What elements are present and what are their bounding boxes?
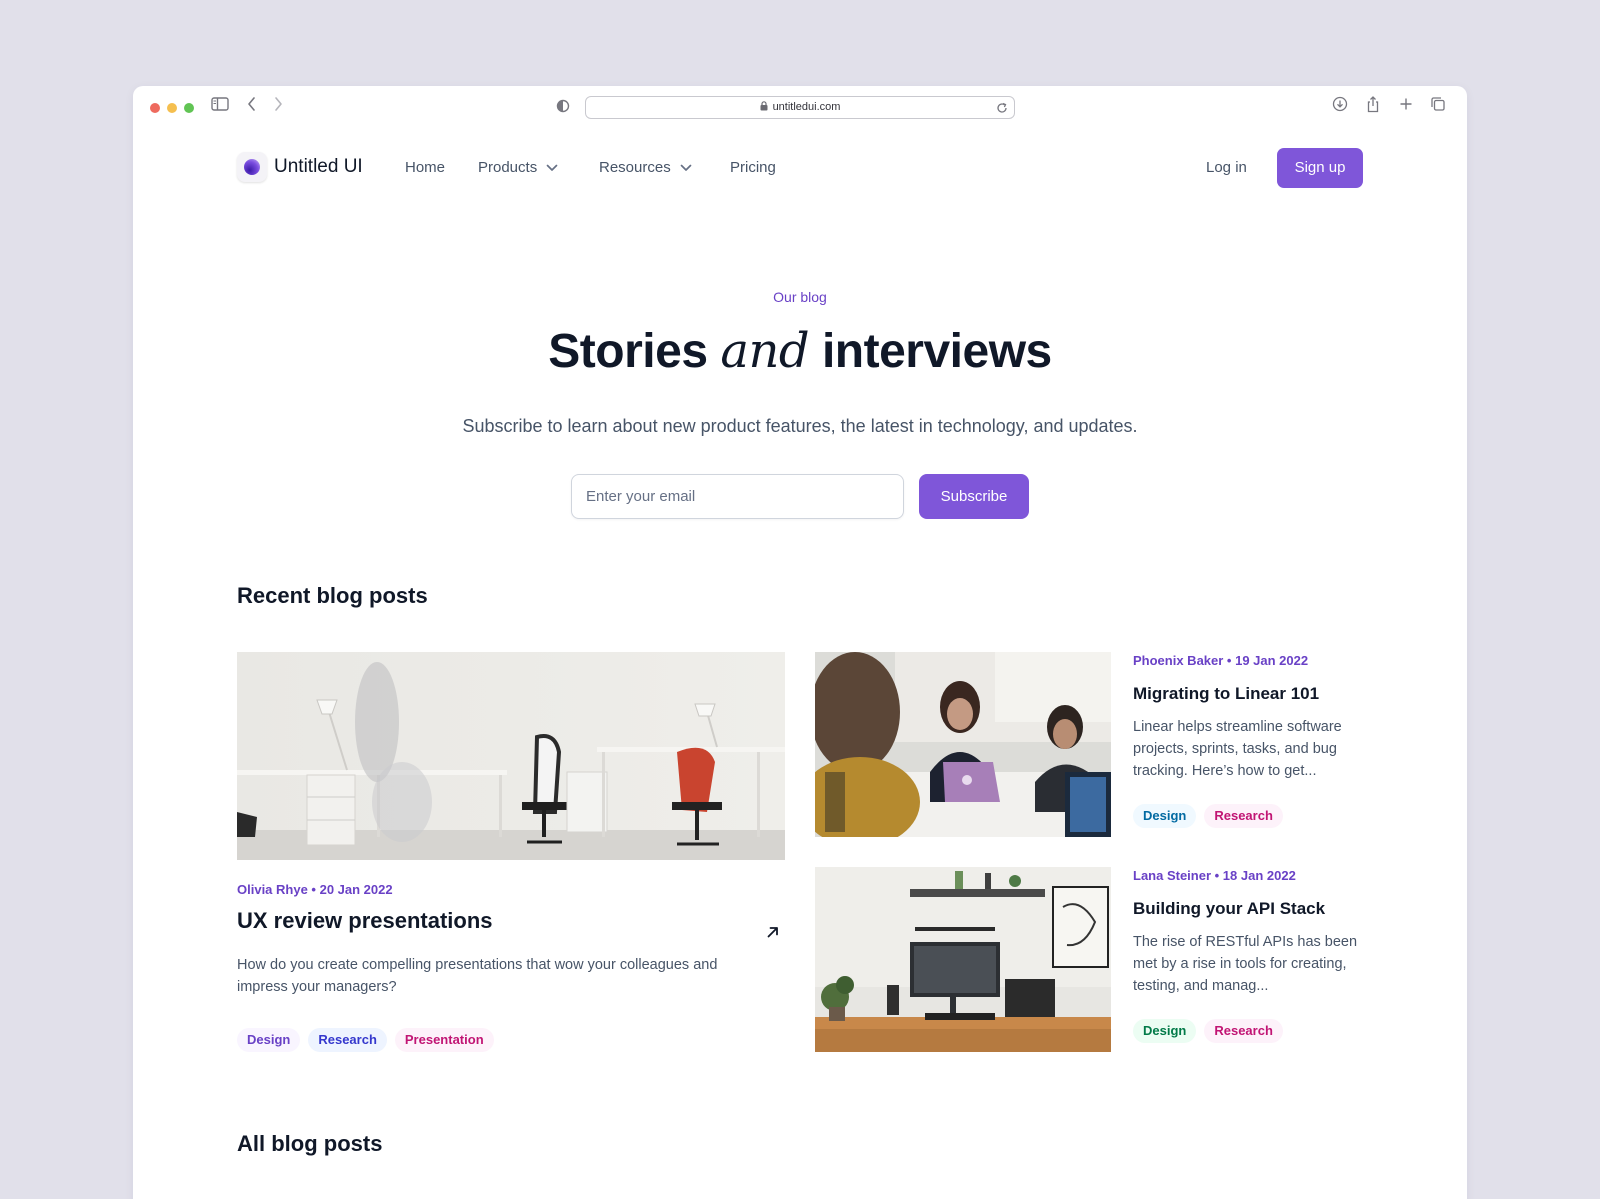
- browser-toolbar: untitledui.com: [133, 86, 1467, 130]
- hero-subtitle: Subscribe to learn about new product fea…: [462, 416, 1138, 436]
- nav-item-label: Home: [405, 159, 446, 176]
- new-tab-icon[interactable]: [1398, 96, 1414, 117]
- post-title-linear[interactable]: Migrating to Linear 101: [1133, 682, 1319, 706]
- hero-title: Stories and interviews: [133, 322, 1467, 381]
- chevron-down-icon: [680, 164, 692, 172]
- featured-post-image[interactable]: [237, 652, 785, 860]
- privacy-shield-icon[interactable]: [556, 99, 570, 118]
- signup-button[interactable]: Sign up: [1277, 148, 1363, 188]
- nav-item-label: Resources: [599, 159, 671, 176]
- download-icon[interactable]: [1332, 96, 1348, 117]
- nav-item-label: Products: [478, 159, 538, 176]
- featured-post-excerpt: How do you create compelling presentatio…: [237, 957, 718, 995]
- all-posts-heading: All blog posts: [237, 1131, 383, 1156]
- nav-item-home[interactable]: Home: [405, 158, 445, 178]
- post-tags: Design Research: [1133, 804, 1283, 828]
- post-image-linear[interactable]: [815, 652, 1111, 837]
- hero-title-part2: interviews: [809, 325, 1052, 378]
- address-bar[interactable]: untitledui.com: [585, 96, 1015, 119]
- tag-presentation[interactable]: Presentation: [394, 1028, 494, 1052]
- sidebar-toggle-icon[interactable]: [211, 96, 229, 117]
- nav-item-pricing[interactable]: Pricing: [730, 158, 776, 178]
- nav-item-resources[interactable]: Resources: [599, 158, 692, 178]
- back-icon[interactable]: [246, 96, 258, 117]
- hero-title-italic: and: [720, 323, 810, 379]
- hero-eyebrow: Our blog: [773, 289, 827, 305]
- tab-overview-icon[interactable]: [1430, 96, 1446, 117]
- lock-icon: [760, 98, 768, 119]
- featured-post-meta: Olivia Rhye • 20 Jan 2022: [237, 882, 393, 897]
- browser-window: untitledui.com Untitled UI Home Products: [133, 86, 1467, 1199]
- chevron-down-icon: [546, 164, 558, 172]
- share-icon[interactable]: [1365, 96, 1381, 118]
- featured-post-tags: Design Research Presentation: [237, 1028, 494, 1052]
- email-input[interactable]: [571, 474, 904, 519]
- reload-icon[interactable]: [996, 101, 1008, 122]
- close-window-button[interactable]: [150, 103, 160, 113]
- url-text: untitledui.com: [772, 101, 841, 113]
- tag-research[interactable]: Research: [308, 1028, 387, 1052]
- post-excerpt: Linear helps streamline software project…: [1133, 719, 1342, 779]
- minimize-window-button[interactable]: [167, 103, 177, 113]
- site-header: Untitled UI Home Products Resources Pric…: [133, 130, 1467, 200]
- post-excerpt: The rise of RESTful APIs has been met by…: [1133, 934, 1358, 994]
- brand-name[interactable]: Untitled UI: [274, 152, 363, 182]
- post-image-api[interactable]: [815, 867, 1111, 1052]
- zoom-window-button[interactable]: [184, 103, 194, 113]
- post-meta: Lana Steiner • 18 Jan 2022: [1133, 868, 1296, 883]
- nav-item-label: Pricing: [730, 159, 776, 176]
- hero-title-part1: Stories: [548, 325, 721, 378]
- tag-design[interactable]: Design: [1133, 804, 1197, 828]
- recent-posts-heading: Recent blog posts: [237, 583, 428, 608]
- featured-post-title[interactable]: UX review presentations: [237, 906, 493, 936]
- arrow-up-right-icon[interactable]: [765, 924, 781, 945]
- brand-logo-icon[interactable]: [237, 152, 267, 182]
- tag-design[interactable]: Design: [1133, 1019, 1197, 1043]
- subscribe-button[interactable]: Subscribe: [919, 474, 1029, 519]
- forward-icon[interactable]: [272, 96, 284, 117]
- post-title-api[interactable]: Building your API Stack: [1133, 897, 1325, 921]
- tag-design[interactable]: Design: [237, 1028, 301, 1052]
- tag-research[interactable]: Research: [1204, 1019, 1283, 1043]
- login-link[interactable]: Log in: [1206, 158, 1247, 178]
- post-meta: Phoenix Baker • 19 Jan 2022: [1133, 653, 1309, 668]
- post-tags: Design Research: [1133, 1019, 1283, 1043]
- nav-item-products[interactable]: Products: [478, 158, 558, 178]
- tag-research[interactable]: Research: [1204, 804, 1283, 828]
